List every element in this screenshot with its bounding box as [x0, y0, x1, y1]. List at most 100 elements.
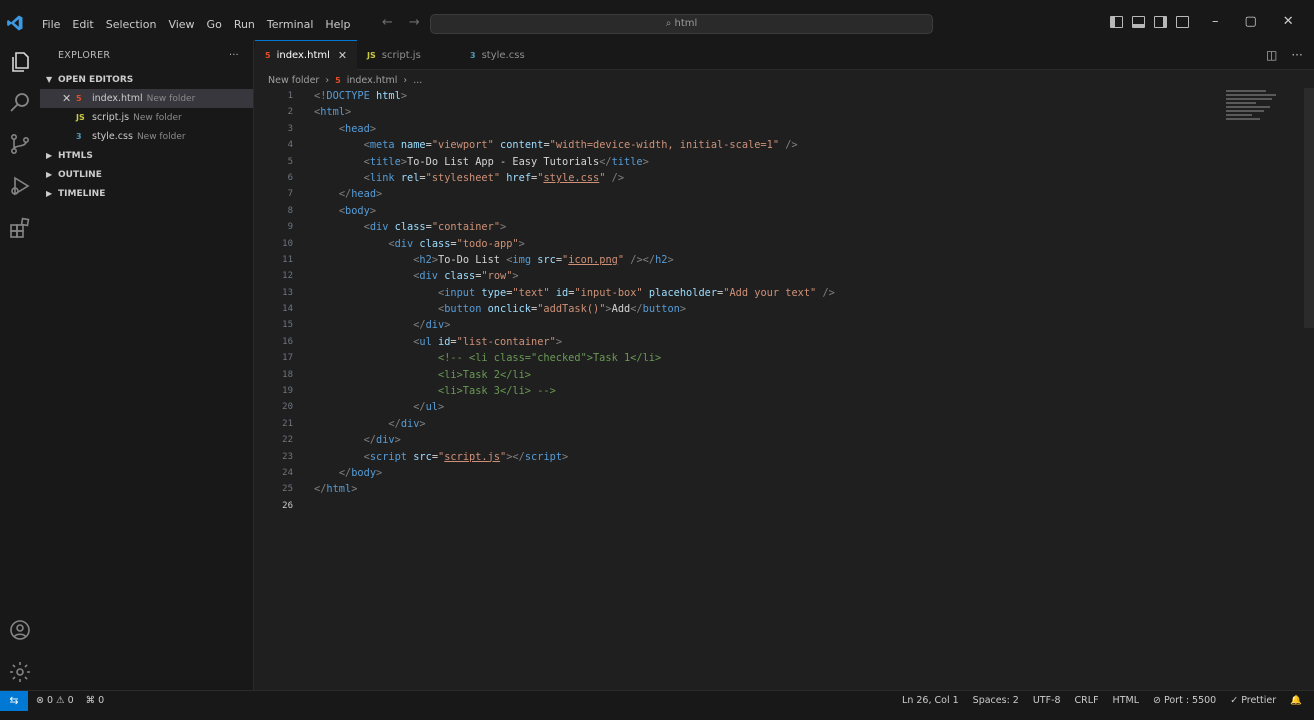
line-number: 21 [282, 418, 293, 429]
token: div [419, 270, 445, 283]
section-htmls[interactable]: ▶ HTMLS [40, 146, 253, 165]
token: > [376, 188, 383, 201]
code-line: 23 <script src="script.js"></script> [255, 449, 1255, 465]
customize-layout-icon[interactable] [1176, 16, 1189, 28]
activity-bar [0, 40, 40, 690]
chevron-right-icon: ▶ [46, 170, 53, 179]
language-mode[interactable]: HTML [1113, 695, 1139, 706]
token: id [555, 286, 569, 299]
code-text: <div class="container"> [314, 219, 507, 235]
toggle-panel-icon[interactable] [1132, 16, 1145, 28]
toggle-primary-sidebar-icon[interactable] [1110, 16, 1123, 28]
token: type [481, 286, 507, 299]
close-window-icon[interactable]: ✕ [1283, 14, 1294, 29]
token: rel [400, 171, 420, 184]
remote-indicator-icon[interactable]: ⇆ [0, 691, 28, 711]
menu-item-edit[interactable]: Edit [66, 17, 99, 33]
open-editor-item[interactable]: 3 style.css New folder [40, 127, 253, 146]
more-actions-icon[interactable]: ··· [229, 50, 239, 61]
problems-indicator[interactable]: ⊗ 0 ⚠ 0 [36, 695, 74, 706]
tab-index-html[interactable]: 5 index.html ✕ [255, 40, 357, 70]
token: </ [338, 466, 352, 479]
token: link [369, 171, 401, 184]
explorer-icon[interactable] [8, 50, 32, 74]
code-line: 7 </head> [255, 186, 1255, 202]
navigation-arrows: ← → [382, 15, 420, 30]
token: <li>Task 2</li> [438, 368, 531, 381]
accounts-icon[interactable] [8, 618, 32, 642]
tab-label: script.js [381, 49, 421, 61]
source-control-icon[interactable] [8, 132, 32, 156]
token: h2 [655, 253, 668, 266]
code-editor[interactable]: 1 <!DOCTYPE html> 2 <html> 3 <head> 4 <meta n… [255, 88, 1255, 514]
token: id [438, 335, 451, 348]
open-editor-item[interactable]: ✕ 5 index.html New folder [40, 89, 253, 108]
menu-item-selection[interactable]: Selection [100, 17, 163, 33]
tab-label: style.css [481, 49, 525, 61]
line-number: 19 [282, 386, 293, 397]
live-server-port[interactable]: ⊘ Port : 5500 [1153, 695, 1216, 706]
token: class [419, 237, 451, 250]
tab-script-js[interactable]: JS script.js [357, 40, 460, 70]
menu-item-run[interactable]: Run [228, 17, 261, 33]
open-editors-section[interactable]: ▼ OPEN EDITORS [40, 70, 253, 89]
end-of-line[interactable]: CRLF [1075, 695, 1099, 706]
vscode-logo-icon [7, 15, 23, 31]
line-number: 13 [282, 287, 293, 298]
search-view-icon[interactable] [8, 90, 32, 114]
file-type-icon: 5 [265, 51, 271, 60]
menu-item-file[interactable]: File [36, 17, 66, 33]
breadcrumb-file[interactable]: index.html [347, 75, 398, 86]
line-number: 14 [282, 304, 293, 315]
prettier-status[interactable]: ✓ Prettier [1230, 695, 1276, 706]
token: src [537, 253, 556, 266]
toggle-secondary-sidebar-icon[interactable] [1154, 16, 1167, 28]
line-number: 11 [282, 254, 293, 265]
menu-item-terminal[interactable]: Terminal [261, 17, 320, 33]
token: /> [816, 286, 835, 299]
breadcrumb-folder[interactable]: New folder [268, 75, 319, 86]
sidebar-title: EXPLORER [58, 49, 111, 61]
code-text: <head> [314, 121, 376, 137]
settings-gear-icon[interactable] [8, 660, 32, 684]
open-editor-name: style.css [92, 131, 133, 142]
token: <! [314, 90, 327, 102]
section-outline[interactable]: ▶ OUTLINE [40, 165, 253, 184]
more-actions-icon[interactable]: ··· [1291, 48, 1302, 62]
explorer-sidebar: EXPLORER ··· ▼ OPEN EDITORS ✕ 5 index.html… [40, 40, 254, 690]
split-editor-icon[interactable]: ◫ [1266, 48, 1277, 62]
token: "stylesheet" [425, 171, 507, 184]
code-line: 20 </ul> [255, 399, 1255, 415]
section-timeline[interactable]: ▶ TIMELINE [40, 184, 253, 203]
ports-indicator[interactable]: ⌘ 0 [86, 695, 105, 706]
open-editor-item[interactable]: JS script.js New folder [40, 108, 253, 127]
cursor-position[interactable]: Ln 26, Col 1 [902, 695, 959, 706]
menu-item-help[interactable]: Help [319, 17, 356, 33]
tab-style-css[interactable]: 3 style.css [460, 40, 550, 70]
restore-icon[interactable]: ▢ [1245, 14, 1257, 29]
vertical-scrollbar[interactable] [1304, 88, 1314, 328]
tab-close-icon[interactable]: ✕ [338, 49, 347, 62]
encoding[interactable]: UTF-8 [1033, 695, 1061, 706]
menu-item-go[interactable]: Go [201, 17, 228, 33]
breadcrumb-tail[interactable]: ... [413, 75, 422, 86]
token: ul [419, 335, 439, 348]
notifications-bell-icon[interactable]: 🔔 [1290, 695, 1302, 706]
back-arrow-icon[interactable]: ← [382, 15, 393, 30]
menu-item-view[interactable]: View [162, 17, 200, 33]
forward-arrow-icon[interactable]: → [409, 15, 420, 30]
minimize-icon[interactable]: – [1212, 14, 1219, 29]
section-label: HTMLS [58, 150, 93, 161]
extensions-icon[interactable] [8, 216, 32, 240]
command-center-search[interactable]: ⌕ html [430, 14, 933, 34]
indentation[interactable]: Spaces: 2 [973, 695, 1019, 706]
token: script [524, 450, 563, 463]
close-icon[interactable]: ✕ [62, 92, 76, 105]
token: html [320, 106, 346, 119]
run-debug-icon[interactable] [8, 174, 32, 198]
minimap[interactable] [1226, 90, 1280, 124]
code-text: <!DOCTYPE html> [314, 88, 407, 104]
